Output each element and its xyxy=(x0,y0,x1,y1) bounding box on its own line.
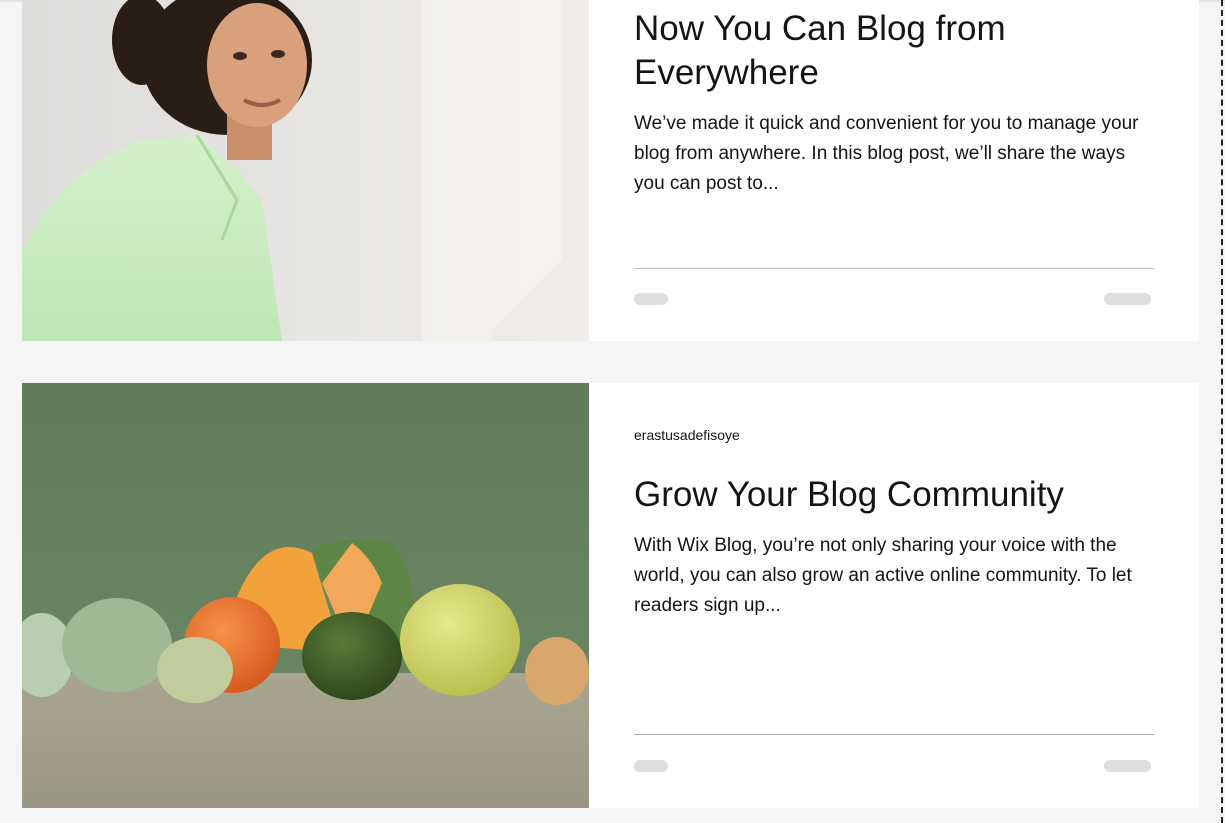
post-title[interactable]: Now You Can Blog from Everywhere xyxy=(634,7,1154,95)
post-footer-divider xyxy=(634,268,1154,269)
like-button-placeholder xyxy=(1104,760,1151,772)
post-content: erastusadefisoye Grow Your Blog Communit… xyxy=(634,383,1154,808)
post-cover-image[interactable] xyxy=(22,383,589,808)
author-name[interactable]: erastusadefisoye xyxy=(634,427,740,443)
woman-photo xyxy=(22,0,589,341)
post-title[interactable]: Grow Your Blog Community xyxy=(634,473,1154,517)
blog-post-card[interactable]: erastusadefisoye Grow Your Blog Communit… xyxy=(22,383,1199,808)
views-count-placeholder xyxy=(634,760,668,772)
post-content: Now You Can Blog from Everywhere We’ve m… xyxy=(634,0,1154,341)
dashed-edge-guide xyxy=(1221,0,1223,823)
post-excerpt: With Wix Blog, you’re not only sharing y… xyxy=(634,535,1132,616)
blog-post-card[interactable]: Now You Can Blog from Everywhere We’ve m… xyxy=(22,0,1199,341)
views-count-placeholder xyxy=(634,293,668,305)
fruits-photo xyxy=(22,383,589,808)
post-excerpt: We’ve made it quick and convenient for y… xyxy=(634,113,1139,194)
post-cover-image[interactable] xyxy=(22,0,589,341)
post-footer-divider xyxy=(634,734,1154,735)
like-button-placeholder xyxy=(1104,293,1151,305)
